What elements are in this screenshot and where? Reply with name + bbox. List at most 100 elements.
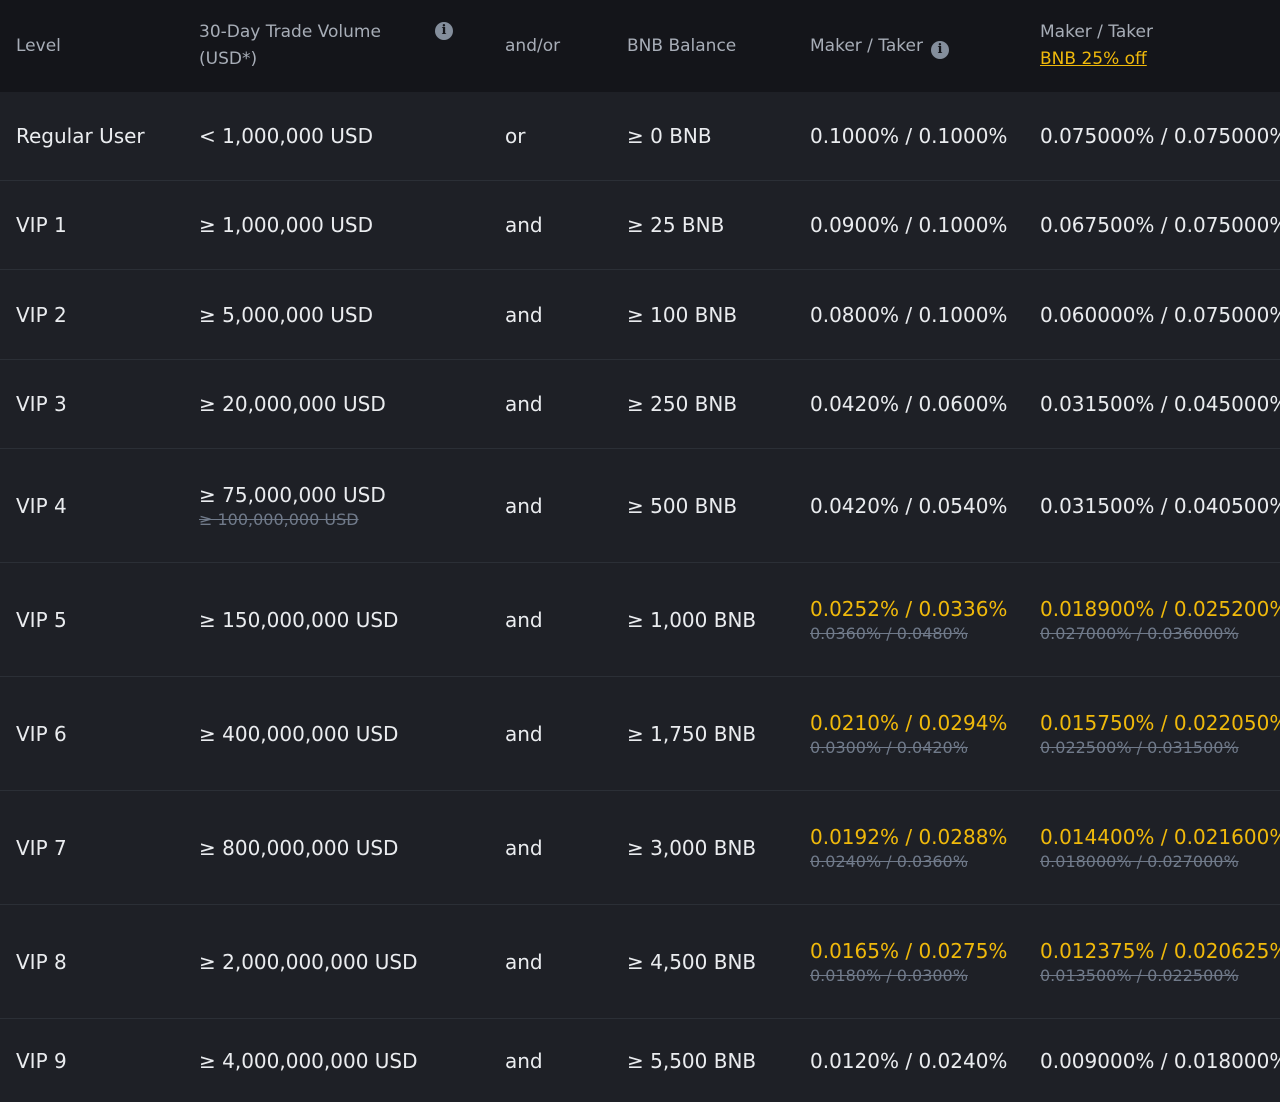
table-row: Regular User < 1,000,000 USD or ≥ 0 BNB 0.10… (0, 92, 1280, 181)
conjunction-text: and (505, 1048, 543, 1073)
level-text: VIP 9 (16, 1048, 67, 1073)
cell-level: VIP 1 (16, 181, 67, 269)
cell-maker-taker: 0.0800% / 0.1000% (810, 270, 1007, 359)
cell-volume: ≥ 20,000,000 USD (199, 360, 386, 448)
volume-text: ≥ 75,000,000 USD (199, 482, 386, 507)
volume-text: ≥ 400,000,000 USD (199, 721, 399, 746)
cell-maker-taker: 0.0192% / 0.0288% 0.0240% / 0.0360% (810, 791, 1007, 904)
cell-volume: ≥ 75,000,000 USD ≥ 100,000,000 USD (199, 449, 386, 562)
cell-bnb-balance: ≥ 1,000 BNB (627, 563, 756, 676)
bnb-balance-text: ≥ 100 BNB (627, 302, 738, 327)
fee-bnb-text: 0.012375% / 0.020625% (1040, 938, 1280, 963)
info-icon[interactable]: i (930, 40, 949, 59)
cell-level: VIP 4 (16, 449, 67, 562)
cell-level: VIP 6 (16, 677, 67, 790)
cell-bnb-balance: ≥ 1,750 BNB (627, 677, 756, 790)
header-trade-volume: 30-Day Trade Volume (USD*) (199, 0, 381, 92)
cell-volume: ≥ 150,000,000 USD (199, 563, 398, 676)
fee-bnb-text: 0.075000% / 0.075000% (1040, 124, 1280, 148)
fee-bnb-old-text: 0.022500% / 0.031500% (1040, 737, 1239, 757)
cell-maker-taker: 0.1000% / 0.1000% (810, 92, 1007, 180)
cell-maker-taker: 0.0165% / 0.0275% 0.0180% / 0.0300% (810, 905, 1007, 1018)
table-row: VIP 9 ≥ 4,000,000,000 USD and ≥ 5,500 BNB 0.… (0, 1019, 1280, 1102)
cell-bnb-balance: ≥ 4,500 BNB (627, 905, 756, 1018)
cell-volume: ≥ 4,000,000,000 USD (199, 1019, 418, 1102)
fee-old-text: 0.0300% / 0.0420% (810, 737, 968, 757)
fee-bnb-text: 0.015750% / 0.022050% (1040, 710, 1280, 735)
cell-conjunction: and (505, 677, 543, 790)
cell-bnb-balance: ≥ 3,000 BNB (627, 791, 756, 904)
cell-bnb-balance: ≥ 25 BNB (627, 181, 724, 269)
volume-text: ≥ 4,000,000,000 USD (199, 1048, 418, 1073)
fee-bnb-old-text: 0.013500% / 0.022500% (1040, 965, 1239, 985)
bnb-balance-text: ≥ 500 BNB (627, 493, 738, 518)
cell-conjunction: and (505, 791, 543, 904)
cell-maker-taker: 0.0420% / 0.0540% (810, 449, 1007, 562)
fee-tier-table: Level 30-Day Trade Volume (USD*) i and/o… (0, 0, 1280, 1102)
cell-volume: ≥ 5,000,000 USD (199, 270, 373, 359)
fee-bnb-text: 0.060000% / 0.075000% (1040, 302, 1280, 327)
table-row: VIP 5 ≥ 150,000,000 USD and ≥ 1,000 BNB 0.02… (0, 563, 1280, 677)
fee-text: 0.0120% / 0.0240% (810, 1048, 1008, 1073)
cell-maker-taker-bnb: 0.031500% / 0.040500% (1040, 449, 1280, 562)
header-level: Level (16, 0, 61, 92)
cell-volume: < 1,000,000 USD (199, 92, 373, 180)
table-row: VIP 6 ≥ 400,000,000 USD and ≥ 1,750 BNB 0.02… (0, 677, 1280, 791)
fee-bnb-text: 0.009000% / 0.018000% (1040, 1048, 1280, 1073)
header-andor: and/or (505, 0, 560, 92)
volume-text: ≥ 2,000,000,000 USD (199, 949, 418, 974)
conjunction-text: and (505, 835, 543, 860)
cell-maker-taker-bnb: 0.012375% / 0.020625% 0.013500% / 0.02250… (1040, 905, 1280, 1018)
cell-volume: ≥ 400,000,000 USD (199, 677, 398, 790)
header-maker-taker: Maker / Taker i (810, 0, 949, 92)
table-row: VIP 3 ≥ 20,000,000 USD and ≥ 250 BNB 0.0420%… (0, 360, 1280, 449)
conjunction-text: and (505, 607, 543, 632)
bnb-balance-text: ≥ 25 BNB (627, 213, 725, 237)
cell-conjunction: and (505, 563, 543, 676)
level-text: VIP 3 (16, 392, 67, 416)
conjunction-text: and (505, 949, 543, 974)
header-bnb-balance-label: BNB Balance (627, 35, 737, 56)
cell-conjunction: and (505, 1019, 543, 1102)
cell-maker-taker-bnb: 0.014400% / 0.021600% 0.018000% / 0.02700… (1040, 791, 1280, 904)
fee-old-text: 0.0360% / 0.0480% (810, 623, 968, 643)
header-andor-label: and/or (505, 35, 561, 56)
cell-conjunction: and (505, 905, 543, 1018)
fee-bnb-old-text: 0.027000% / 0.036000% (1040, 623, 1239, 643)
fee-text: 0.0800% / 0.1000% (810, 302, 1008, 327)
level-text: Regular User (16, 124, 145, 148)
cell-level: Regular User (16, 92, 145, 180)
bnb-discount-link[interactable]: BNB 25% off (1040, 46, 1153, 73)
cell-bnb-balance: ≥ 250 BNB (627, 360, 737, 448)
cell-conjunction: and (505, 449, 543, 562)
header-volume-unit: (USD*) (199, 49, 258, 69)
fee-text: 0.0192% / 0.0288% (810, 824, 1008, 849)
cell-volume: ≥ 800,000,000 USD (199, 791, 398, 904)
volume-text: ≥ 1,000,000 USD (199, 213, 373, 237)
cell-maker-taker-bnb: 0.018900% / 0.025200% 0.027000% / 0.03600… (1040, 563, 1280, 676)
table-header: Level 30-Day Trade Volume (USD*) i and/o… (0, 0, 1280, 92)
conjunction-text: and (505, 721, 543, 746)
volume-old-text: ≥ 100,000,000 USD (199, 509, 359, 529)
cell-conjunction: and (505, 270, 543, 359)
fee-text: 0.0420% / 0.0540% (810, 493, 1008, 518)
conjunction-text: and (505, 493, 543, 518)
bnb-balance-text: ≥ 5,500 BNB (627, 1048, 757, 1073)
fee-bnb-old-text: 0.018000% / 0.027000% (1040, 851, 1239, 871)
header-maker-taker-bnb-label: Maker / Taker (1040, 22, 1153, 42)
header-maker-taker-label: Maker / Taker (810, 35, 923, 56)
cell-level: VIP 3 (16, 360, 67, 448)
cell-maker-taker: 0.0420% / 0.0600% (810, 360, 1007, 448)
header-bnb-balance: BNB Balance (627, 0, 736, 92)
volume-text: ≥ 150,000,000 USD (199, 607, 399, 632)
cell-maker-taker-bnb: 0.015750% / 0.022050% 0.022500% / 0.03150… (1040, 677, 1280, 790)
bnb-balance-text: ≥ 1,000 BNB (627, 607, 757, 632)
cell-maker-taker-bnb: 0.075000% / 0.075000% (1040, 92, 1280, 180)
volume-text: < 1,000,000 USD (199, 124, 373, 148)
fee-text: 0.0900% / 0.1000% (810, 213, 1008, 237)
level-text: VIP 4 (16, 493, 67, 518)
header-maker-taker-bnb: Maker / Taker BNB 25% off (1040, 0, 1153, 92)
cell-maker-taker-bnb: 0.031500% / 0.045000% (1040, 360, 1280, 448)
cell-level: VIP 8 (16, 905, 67, 1018)
info-icon[interactable]: i (435, 22, 453, 40)
